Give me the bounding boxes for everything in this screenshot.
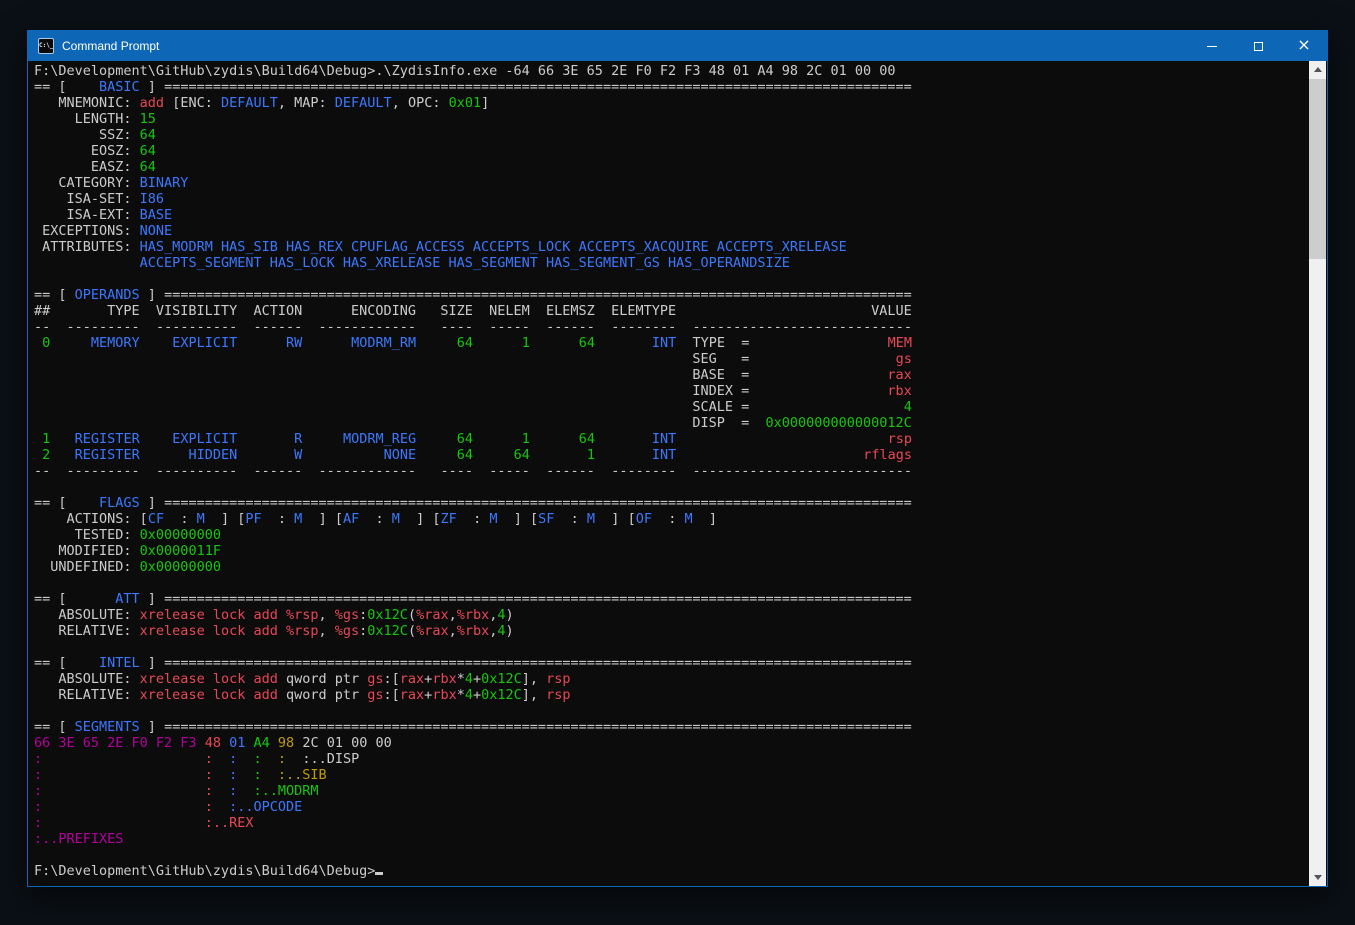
minimize-icon (1207, 46, 1217, 47)
scroll-down-icon (1314, 875, 1322, 880)
scrollbar-up-button[interactable] (1309, 61, 1326, 78)
terminal-line: ATTRIBUTES: HAS_MODRM HAS_SIB HAS_REX CP… (34, 239, 912, 255)
terminal-line: DISP = 0x000000000000012C (34, 415, 912, 431)
terminal-line: ACTIONS: [CF : M ] [PF : M ] [AF : M ] [… (34, 511, 912, 527)
terminal-line: ABSOLUTE: xrelease lock add qword ptr gs… (34, 671, 912, 687)
titlebar[interactable]: C:\_ Command Prompt × (28, 31, 1327, 61)
terminal-line: :..PREFIXES (34, 831, 912, 847)
terminal-line: SSZ: 64 (34, 127, 912, 143)
terminal-line: ABSOLUTE: xrelease lock add %rsp, %gs:0x… (34, 607, 912, 623)
terminal-line: EXCEPTIONS: NONE (34, 223, 912, 239)
terminal-line: : : : : :..SIB (34, 767, 912, 783)
terminal-line: EASZ: 64 (34, 159, 912, 175)
scrollbar[interactable] (1309, 61, 1326, 886)
terminal-line: SEG = gs (34, 351, 912, 367)
console-area: F:\Development\GitHub\zydis\Build64\Debu… (28, 61, 1327, 886)
terminal-line: SCALE = 4 (34, 399, 912, 415)
terminal-line (34, 639, 912, 655)
terminal-line: : : : :..MODRM (34, 783, 912, 799)
terminal-line: BASE = rax (34, 367, 912, 383)
terminal-line: F:\Development\GitHub\zydis\Build64\Debu… (34, 863, 912, 879)
terminal-line (34, 479, 912, 495)
cmd-icon: C:\_ (38, 38, 54, 54)
close-button[interactable]: × (1281, 31, 1327, 61)
maximize-button[interactable] (1235, 31, 1281, 61)
terminal-line: 66 3E 65 2E F0 F2 F3 48 01 A4 98 2C 01 0… (34, 735, 912, 751)
terminal-line: 2 REGISTER HIDDEN W NONE 64 64 1 INT rfl… (34, 447, 912, 463)
window-title: Command Prompt (62, 39, 1189, 53)
terminal-line: TESTED: 0x00000000 (34, 527, 912, 543)
terminal-line: ISA-SET: I86 (34, 191, 912, 207)
desktop: { "window": { "title": "Command Prompt",… (0, 0, 1355, 925)
terminal-line: LENGTH: 15 (34, 111, 912, 127)
terminal-line: : : :..OPCODE (34, 799, 912, 815)
terminal-line: RELATIVE: xrelease lock add qword ptr gs… (34, 687, 912, 703)
terminal-line: == [ FLAGS ] ===========================… (34, 495, 912, 511)
terminal-line: == [ BASIC ] ===========================… (34, 79, 912, 95)
scrollbar-thumb[interactable] (1309, 79, 1326, 259)
terminal-line: INDEX = rbx (34, 383, 912, 399)
terminal-line: == [ SEGMENTS ] ========================… (34, 719, 912, 735)
terminal-line: CATEGORY: BINARY (34, 175, 912, 191)
scroll-up-icon (1314, 67, 1322, 72)
terminal-line: 1 REGISTER EXPLICIT R MODRM_REG 64 1 64 … (34, 431, 912, 447)
caption-buttons: × (1189, 31, 1327, 61)
terminal-line: == [ INTEL ] ===========================… (34, 655, 912, 671)
terminal-line: F:\Development\GitHub\zydis\Build64\Debu… (34, 63, 912, 79)
terminal-line: ACCEPTS_SEGMENT HAS_LOCK HAS_XRELEASE HA… (34, 255, 912, 271)
maximize-icon (1254, 42, 1263, 51)
terminal-line (34, 271, 912, 287)
terminal-line (34, 847, 912, 863)
terminal-line: UNDEFINED: 0x00000000 (34, 559, 912, 575)
terminal-line: : : : : : :..DISP (34, 751, 912, 767)
terminal-line: RELATIVE: xrelease lock add %rsp, %gs:0x… (34, 623, 912, 639)
terminal-line: EOSZ: 64 (34, 143, 912, 159)
close-icon: × (1297, 37, 1310, 53)
terminal-line: ISA-EXT: BASE (34, 207, 912, 223)
command-prompt-window: C:\_ Command Prompt × F:\Development\Git… (27, 30, 1328, 887)
terminal-line: MNEMONIC: add [ENC: DEFAULT, MAP: DEFAUL… (34, 95, 912, 111)
minimize-button[interactable] (1189, 31, 1235, 61)
text-cursor (375, 872, 383, 875)
terminal-line: ## TYPE VISIBILITY ACTION ENCODING SIZE … (34, 303, 912, 319)
terminal-line: 0 MEMORY EXPLICIT RW MODRM_RM 64 1 64 IN… (34, 335, 912, 351)
terminal-line: == [ OPERANDS ] ========================… (34, 287, 912, 303)
terminal-line: MODIFIED: 0x0000011F (34, 543, 912, 559)
terminal-line (34, 703, 912, 719)
terminal-output[interactable]: F:\Development\GitHub\zydis\Build64\Debu… (34, 63, 912, 879)
terminal-line: == [ ATT ] =============================… (34, 591, 912, 607)
terminal-line: -- --------- ---------- ------ ---------… (34, 463, 912, 479)
terminal-line (34, 575, 912, 591)
terminal-line: -- --------- ---------- ------ ---------… (34, 319, 912, 335)
scrollbar-down-button[interactable] (1309, 869, 1326, 886)
terminal-line: : :..REX (34, 815, 912, 831)
